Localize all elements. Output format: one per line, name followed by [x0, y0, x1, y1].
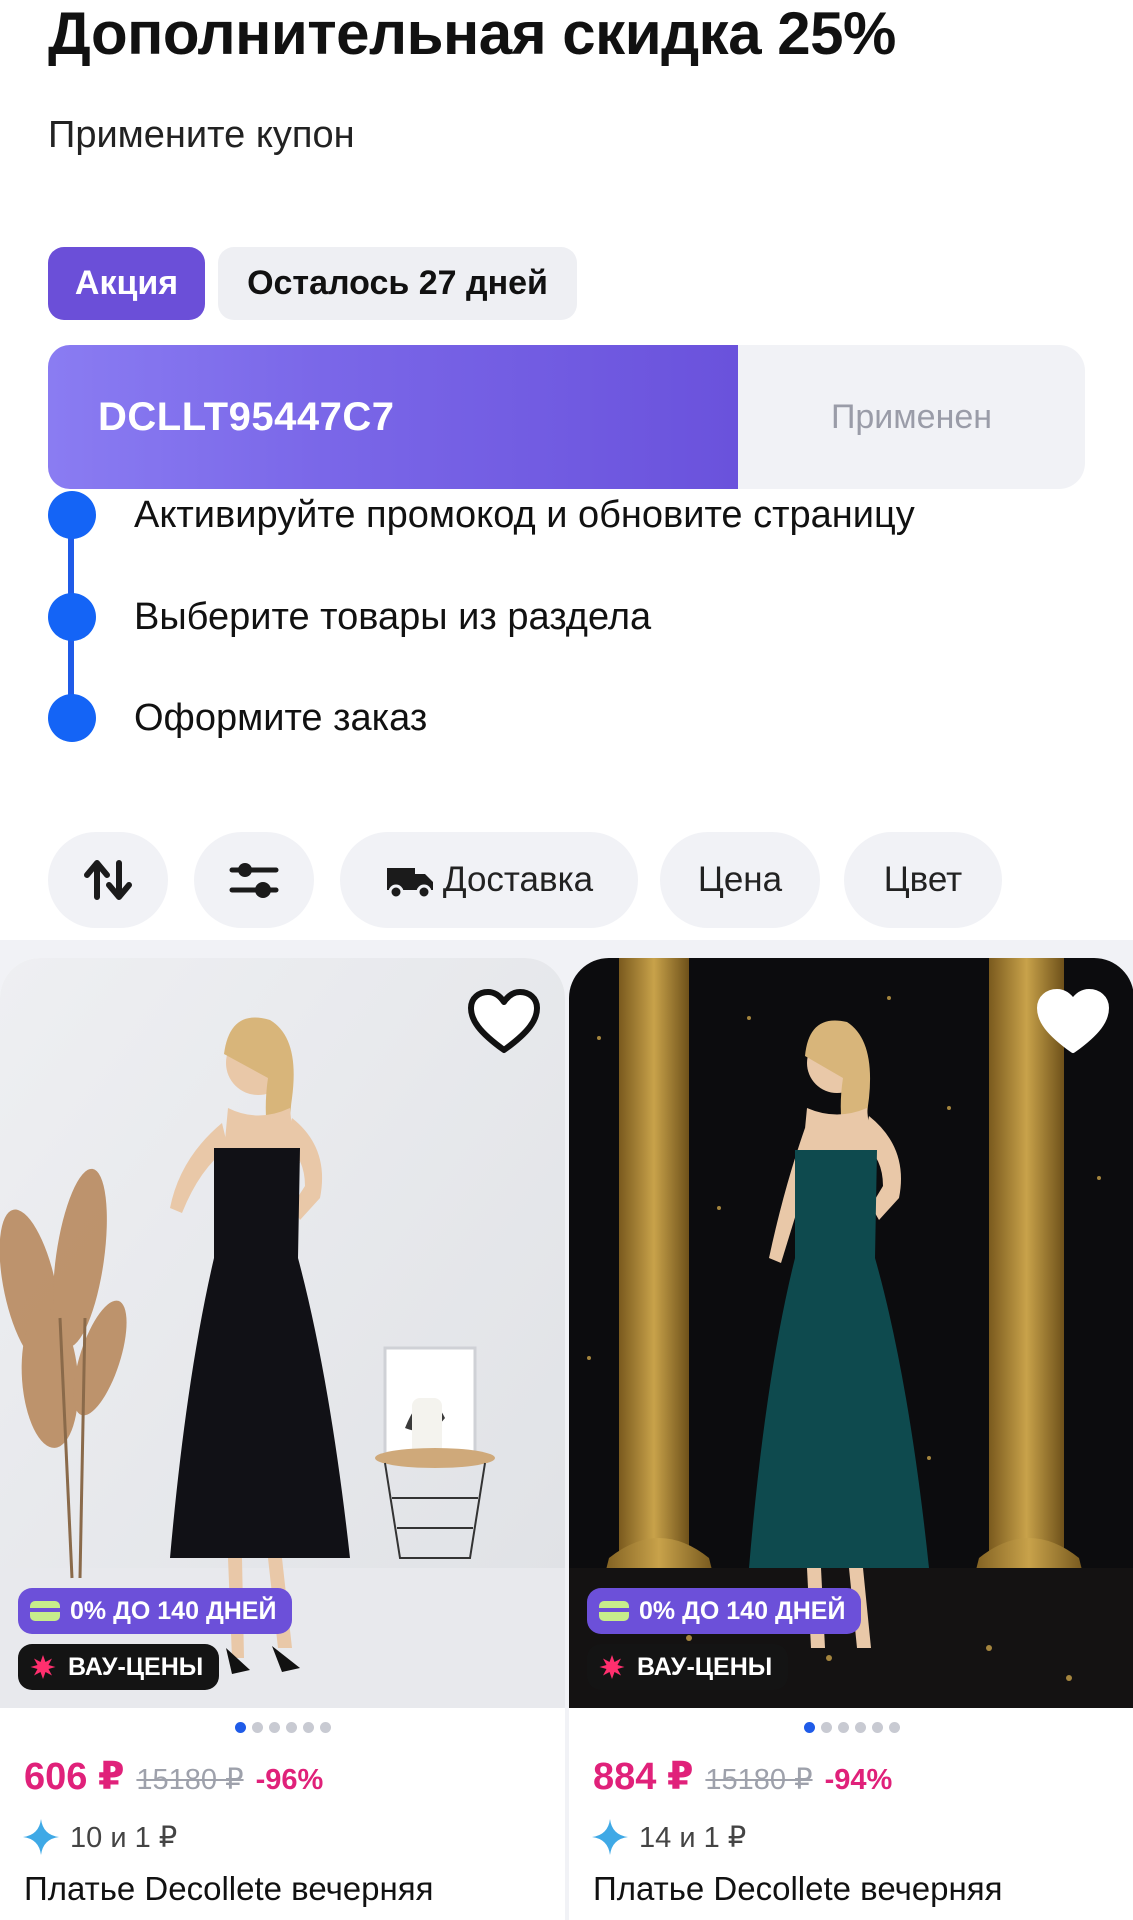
installment-badge: 0% ДО 140 ДНЕЙ [587, 1588, 862, 1634]
wow-price-badge-text: ВАУ-ЦЕНЫ [68, 1652, 204, 1681]
coupon-apply-button[interactable]: Применен [738, 345, 1085, 489]
step-item: Выберите товары из раздела [48, 587, 651, 647]
step-item: Оформите заказ [48, 688, 427, 748]
step-dot [48, 593, 96, 641]
step-text: Активируйте промокод и обновите страницу [134, 493, 915, 536]
bonus-text: 10 и 1 ₽ [70, 1821, 178, 1854]
bonus-row: 10 и 1 ₽ [22, 1818, 177, 1856]
days-left-chip: Осталось 27 дней [218, 247, 577, 320]
coupon-card[interactable]: DCLLT95447C7 Применен [48, 345, 1085, 489]
burst-icon [30, 1655, 56, 1679]
delivery-filter-button[interactable]: Доставка [340, 832, 638, 928]
sparkle-icon [23, 1819, 59, 1855]
sparkle-icon [592, 1819, 628, 1855]
pager-dot [251, 1722, 263, 1733]
wow-price-badge: ВАУ-ЦЕНЫ [587, 1644, 789, 1690]
image-pager-dots [0, 1722, 565, 1733]
pager-dot [268, 1722, 280, 1733]
discount-percent: -94% [824, 1764, 893, 1796]
coupon-status: Применен [830, 397, 993, 436]
steps-list: Активируйте промокод и обновите страницу… [48, 480, 1088, 760]
truck-icon [386, 868, 433, 900]
pager-dot [888, 1722, 900, 1733]
burst-icon [599, 1655, 625, 1679]
pager-dot [803, 1722, 815, 1733]
pager-dot [285, 1722, 297, 1733]
color-filter-label: Цвет [883, 860, 963, 899]
current-price: 606 ₽ [24, 1756, 125, 1798]
pager-dot [302, 1722, 314, 1733]
pager-dot [319, 1722, 331, 1733]
pager-dot [854, 1722, 866, 1733]
pager-dot [871, 1722, 883, 1733]
coupon-code-area[interactable]: DCLLT95447C7 [48, 345, 738, 489]
filters-settings-button[interactable] [194, 832, 314, 928]
old-price: 15180 ₽ [705, 1764, 813, 1796]
bonus-row: 14 и 1 ₽ [591, 1818, 746, 1856]
price-row: 884 ₽ 15180 ₽ -94% [593, 1754, 892, 1799]
favorite-heart-icon[interactable] [467, 988, 541, 1056]
credit-card-icon [599, 1601, 629, 1621]
filter-bar: Доставка Цена Цвет [48, 832, 1108, 928]
current-price: 884 ₽ [593, 1756, 694, 1798]
price-row: 606 ₽ 15180 ₽ -96% [24, 1754, 323, 1799]
page-title: Дополнительная скидка 25% [48, 0, 896, 67]
sliders-icon [229, 863, 279, 898]
product-name[interactable]: Платье Decollete вечерняя [593, 1870, 1002, 1908]
credit-card-icon [30, 1601, 60, 1621]
favorite-heart-icon[interactable] [1036, 988, 1110, 1056]
price-filter-label: Цена [697, 860, 783, 899]
step-item: Активируйте промокод и обновите страницу [48, 485, 915, 545]
pager-dot [234, 1722, 246, 1733]
wow-price-badge-text: ВАУ-ЦЕНЫ [637, 1652, 773, 1681]
step-dot [48, 694, 96, 742]
price-filter-button[interactable]: Цена [660, 832, 820, 928]
installment-badge-text: 0% ДО 140 ДНЕЙ [639, 1596, 846, 1625]
product-image[interactable]: 0% ДО 140 ДНЕЙ ВАУ-ЦЕНЫ [569, 958, 1133, 1708]
promo-chip: Акция [48, 247, 205, 320]
step-text: Оформите заказ [134, 696, 428, 739]
sort-button[interactable] [48, 832, 168, 928]
bonus-text: 14 и 1 ₽ [639, 1821, 747, 1854]
pager-dot [837, 1722, 849, 1733]
step-text: Выберите товары из раздела [134, 595, 652, 638]
wow-price-badge: ВАУ-ЦЕНЫ [18, 1644, 220, 1690]
color-filter-button[interactable]: Цвет [844, 832, 1002, 928]
sort-arrows-icon [84, 860, 132, 900]
installment-badge-text: 0% ДО 140 ДНЕЙ [70, 1596, 277, 1625]
old-price: 15180 ₽ [136, 1764, 244, 1796]
step-dot [48, 491, 96, 539]
product-image[interactable]: 0% ДО 140 ДНЕЙ ВАУ-ЦЕНЫ [0, 958, 565, 1708]
pager-dot [820, 1722, 832, 1733]
coupon-code[interactable]: DCLLT95447C7 [98, 345, 394, 489]
product-name[interactable]: Платье Decollete вечерняя [24, 1870, 433, 1908]
page-subtitle: Примените купон [48, 114, 355, 156]
image-pager-dots [569, 1722, 1133, 1733]
product-card[interactable]: 0% ДО 140 ДНЕЙ ВАУ-ЦЕНЫ 606 ₽ 15180 ₽ -9… [0, 958, 565, 1920]
delivery-filter-label: Доставка [442, 860, 594, 899]
discount-percent: -96% [255, 1764, 324, 1796]
product-card[interactable]: 0% ДО 140 ДНЕЙ ВАУ-ЦЕНЫ 884 ₽ 15180 ₽ -9… [569, 958, 1133, 1920]
installment-badge: 0% ДО 140 ДНЕЙ [18, 1588, 293, 1634]
